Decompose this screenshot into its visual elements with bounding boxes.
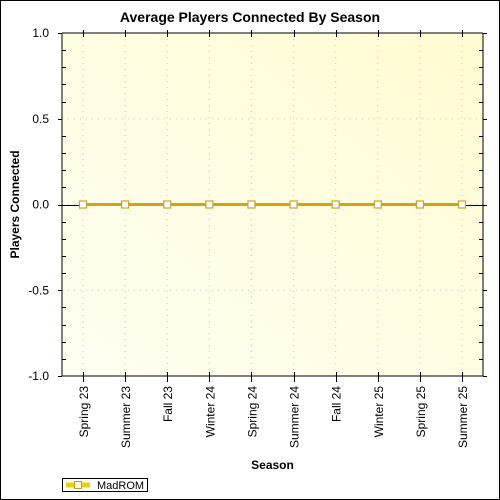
x-tick-label: Summer 23 xyxy=(119,386,133,448)
data-point xyxy=(247,200,256,209)
x-tick-label: Spring 25 xyxy=(414,386,428,438)
x-tick-label: Winter 25 xyxy=(372,386,386,438)
data-point xyxy=(373,200,382,209)
data-point xyxy=(331,200,340,209)
x-tick-label: Fall 24 xyxy=(330,386,344,422)
y-tick-label: -1.0 xyxy=(28,369,49,383)
y-axis-label: Players Connected xyxy=(8,150,22,258)
data-point xyxy=(415,200,424,209)
x-axis-label: Season xyxy=(251,458,294,472)
y-tick-label: 0.5 xyxy=(32,112,49,126)
legend-label[interactable]: MadROM xyxy=(97,480,144,492)
chart: Average Players Connected By Season 1.0 0… xyxy=(8,9,487,493)
legend-swatch-marker[interactable] xyxy=(74,481,82,489)
data-point xyxy=(163,200,172,209)
x-tick-label: Winter 24 xyxy=(203,386,217,438)
chart-title: Average Players Connected By Season xyxy=(120,9,380,25)
data-point xyxy=(121,200,130,209)
y-tick-label: 1.0 xyxy=(32,26,49,40)
x-tick-label: Summer 25 xyxy=(456,386,470,448)
x-tick-label: Fall 23 xyxy=(161,386,175,422)
data-point xyxy=(205,200,214,209)
y-tick-label: -0.5 xyxy=(28,283,49,297)
x-tick-label: Summer 24 xyxy=(288,386,302,448)
legend[interactable]: MadROM xyxy=(62,478,148,493)
data-point xyxy=(457,200,467,209)
x-tick-label: Spring 23 xyxy=(77,386,91,438)
data-point xyxy=(78,200,88,209)
data-point xyxy=(289,200,298,209)
x-tick-label: Spring 24 xyxy=(245,386,259,438)
y-tick-label: 0.0 xyxy=(32,198,49,212)
